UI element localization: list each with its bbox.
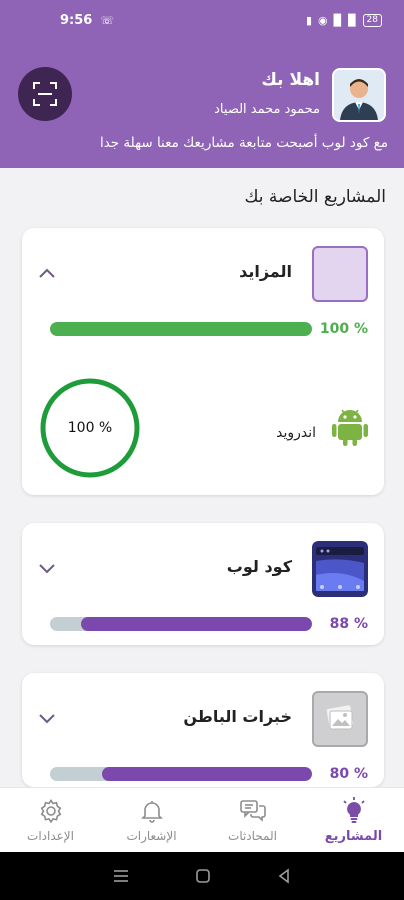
image-icon xyxy=(326,705,354,730)
project-name: كود لوب xyxy=(226,557,292,576)
scan-button[interactable] xyxy=(18,67,72,121)
project-thumbnail xyxy=(312,541,368,597)
nav-item-settings[interactable]: الإعدادات xyxy=(0,788,101,852)
project-progress-bar xyxy=(50,767,312,781)
system-icons: ▮ ◉ ▉ ▉ 28 xyxy=(305,13,382,27)
nav-label: المحادثات xyxy=(228,828,277,843)
project-progress-fill xyxy=(81,617,312,631)
project-thumbnail xyxy=(312,691,368,747)
project-card[interactable]: خبرات الباطن 80 % xyxy=(22,673,384,787)
lightbulb-icon xyxy=(342,797,365,823)
signal-icon: ▉ xyxy=(348,13,357,27)
project-progress-bar xyxy=(50,322,312,336)
status-bar: 9:56 ☏ ▮ ◉ ▉ ▉ 28 xyxy=(0,0,404,40)
project-progress-label: 80 % xyxy=(329,766,368,782)
nav-item-notifications[interactable]: الإشعارات xyxy=(101,788,202,852)
tagline: مع كود لوب أصبحت متابعة مشاريعك معنا سهل… xyxy=(99,135,388,151)
recents-icon[interactable] xyxy=(112,869,130,883)
user-name: محمود محمد الصياد xyxy=(214,102,320,117)
vibrate-icon: ▮ xyxy=(305,13,312,27)
scan-icon xyxy=(33,82,57,106)
whatsapp-icon: ☏ xyxy=(100,13,115,27)
bottom-nav: الإعدادات الإشعارات المحادثات المشاريع xyxy=(0,787,404,852)
chevron-down-icon[interactable] xyxy=(36,557,58,579)
header: اهلا بك محمود محمد الصياد مع كود لوب أصب… xyxy=(0,40,404,168)
project-card[interactable]: كود لوب 88 % xyxy=(22,523,384,645)
project-progress-label: 100 % xyxy=(319,321,368,337)
gear-icon xyxy=(40,798,61,823)
nav-label: الإشعارات xyxy=(126,828,177,843)
signal-icon: ▉ xyxy=(333,13,343,27)
project-progress-bar xyxy=(50,617,312,631)
project-progress-label: 88 % xyxy=(329,616,368,632)
platform-progress-label: 100 % xyxy=(67,420,113,436)
battery-icon: 28 xyxy=(362,13,382,27)
nav-label: المشاريع xyxy=(324,829,383,844)
chat-icon xyxy=(239,799,266,822)
platform-name: اندرويد xyxy=(276,425,316,441)
status-time: 9:56 xyxy=(60,12,93,28)
section-title: المشاريع الخاصة بك xyxy=(244,187,386,207)
project-name: خبرات الباطن xyxy=(183,707,292,726)
chevron-down-icon[interactable] xyxy=(36,707,58,729)
project-thumbnail xyxy=(312,246,368,302)
home-icon[interactable] xyxy=(195,868,211,884)
wifi-icon: ◉ xyxy=(318,13,328,27)
nav-item-projects[interactable]: المشاريع xyxy=(303,788,404,852)
project-name: المزايد xyxy=(239,262,292,281)
bell-icon xyxy=(140,800,163,823)
project-progress-fill xyxy=(50,322,312,336)
project-card[interactable]: المزايد 100 % اندرويد 100 % xyxy=(22,228,384,495)
back-icon[interactable] xyxy=(276,868,292,884)
android-icon xyxy=(332,409,368,446)
nav-label: الإعدادات xyxy=(27,828,74,843)
greeting: اهلا بك xyxy=(261,70,320,90)
platform-progress-ring: 100 % xyxy=(38,376,142,480)
nav-item-chats[interactable]: المحادثات xyxy=(202,788,303,852)
project-progress-fill xyxy=(102,767,312,781)
avatar xyxy=(332,68,386,122)
chevron-up-icon[interactable] xyxy=(36,262,58,284)
system-nav-bar xyxy=(0,852,404,900)
